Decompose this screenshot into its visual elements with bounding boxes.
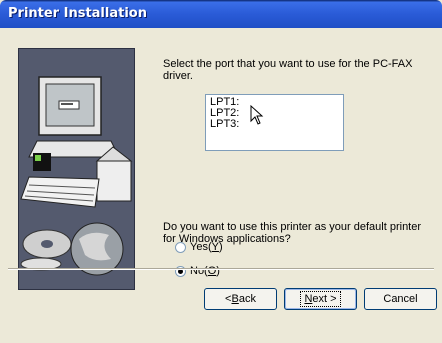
window-title: Printer Installation — [8, 6, 147, 21]
wizard-illustration — [18, 48, 135, 290]
button-separator — [8, 268, 434, 270]
back-button[interactable]: < Back — [204, 288, 277, 310]
computer-illustration-icon — [19, 49, 134, 289]
port-listbox[interactable]: LPT1: LPT2: LPT3: — [205, 94, 344, 151]
yes-radio-option[interactable]: Yes(Y) — [175, 241, 223, 253]
no-radio-label: No(O) — [190, 265, 220, 277]
next-button-label: Next > — [300, 291, 341, 307]
yes-radio-button[interactable] — [175, 241, 186, 253]
port-item[interactable]: LPT3: — [210, 119, 339, 130]
next-button[interactable]: Next > — [284, 288, 357, 310]
cancel-button[interactable]: Cancel — [364, 288, 437, 310]
port-prompt: Select the port that you want to use for… — [163, 58, 413, 82]
no-radio-option[interactable]: No(O) — [175, 265, 220, 277]
title-bar[interactable]: Printer Installation — [0, 0, 442, 28]
yes-radio-label: Yes(Y) — [190, 241, 223, 253]
printer-installation-dialog: Printer Installation Select the port tha… — [0, 0, 442, 343]
mouse-pointer-icon — [250, 105, 264, 125]
